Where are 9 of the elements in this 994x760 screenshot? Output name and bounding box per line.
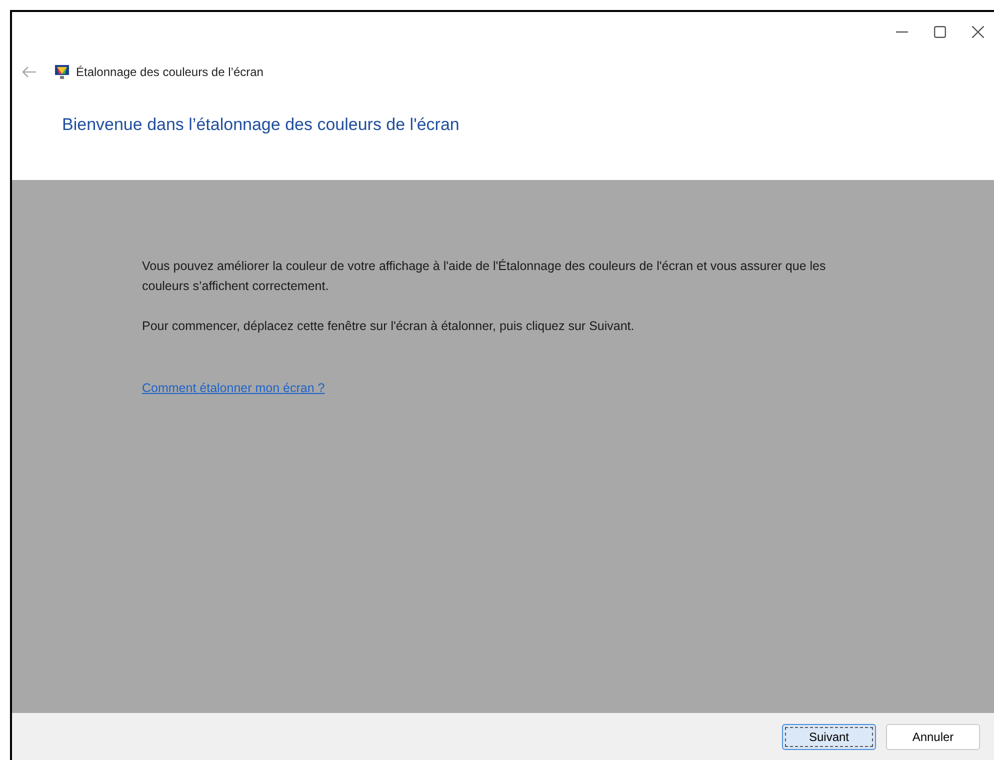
- body-paragraph: Pour commencer, déplacez cette fenêtre sur l'écran à étalonner, puis cliquez sur Suivant.: [142, 318, 636, 335]
- window-title: Étalonnage des couleurs de l’écran: [76, 64, 264, 81]
- cancel-button[interactable]: Annuler: [886, 724, 980, 750]
- page-heading: Bienvenue dans l’étalonnage des couleurs de l'écran: [62, 114, 460, 136]
- maximize-icon[interactable]: [934, 26, 946, 38]
- close-icon[interactable]: [972, 26, 984, 38]
- body-paragraph: Vous pouvez améliorer la couleur de votre affichage à l'aide de l'Étalonnage des couleurs de l'écran et vous assurer que les couleurs s’affichent correctement.: [142, 258, 827, 295]
- monitor-icon: [54, 64, 70, 80]
- next-button[interactable]: Suivant: [782, 724, 876, 750]
